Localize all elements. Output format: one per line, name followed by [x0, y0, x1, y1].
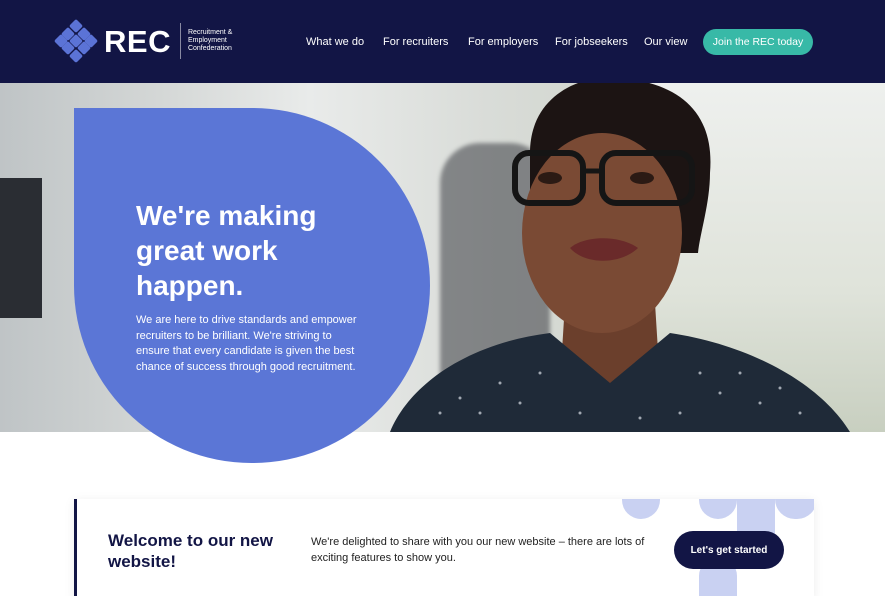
- nav-for-employers[interactable]: For employers: [468, 36, 538, 48]
- welcome-card: Welcome to our new website! We're deligh…: [74, 499, 814, 596]
- decorative-circle: [622, 499, 660, 519]
- hero-bg-dark-panel: [0, 178, 42, 318]
- hero-body-text: We are here to drive standards and empow…: [136, 314, 357, 373]
- decorative-shape: [775, 499, 814, 519]
- get-started-button[interactable]: Let's get started: [674, 531, 784, 569]
- logo-subtitle: Recruitment & Employment Confederation: [187, 29, 233, 52]
- diamond-grid-icon: [53, 18, 99, 64]
- logo-divider: [179, 23, 181, 59]
- welcome-text: We're delighted to share with you our ne…: [311, 536, 645, 564]
- join-rec-button[interactable]: Join the REC today: [703, 29, 813, 55]
- logo-text: REC: [104, 23, 171, 59]
- nav-our-view[interactable]: Our view: [644, 36, 687, 48]
- rec-logo[interactable]: REC Recruitment & Employment Confederati…: [53, 18, 248, 64]
- decorative-shape: [699, 499, 737, 519]
- welcome-title: Welcome to our new website!: [108, 531, 273, 571]
- hero-title: We're making great work happen.: [136, 200, 317, 301]
- nav-for-jobseekers[interactable]: For jobseekers: [555, 36, 628, 48]
- woman-photo: [390, 83, 850, 432]
- nav-for-recruiters[interactable]: For recruiters: [383, 36, 448, 48]
- site-header: REC Recruitment & Employment Confederati…: [0, 0, 885, 83]
- decorative-shape: [737, 499, 775, 519]
- nav-what-we-do[interactable]: What we do: [306, 36, 364, 48]
